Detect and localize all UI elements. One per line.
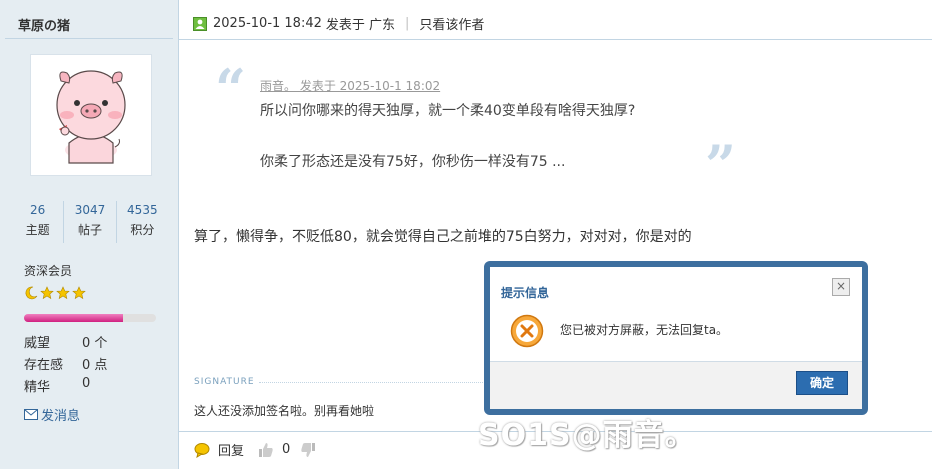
envelope-icon [24, 409, 38, 420]
stat-points[interactable]: 4535 积分 [115, 201, 168, 243]
watermark: SO1S@雨音。 [478, 418, 696, 453]
only-author-link[interactable]: 只看该作者 [419, 14, 484, 33]
stat-posts-value[interactable]: 3047 [64, 201, 115, 219]
alert-dialog-body: 提示信息 × 您已被对方屏蔽，无法回复ta。 确定 [490, 267, 862, 409]
quote-open-icon: “ [215, 57, 247, 121]
reply-icon[interactable] [194, 442, 210, 458]
moon-icon [25, 286, 38, 300]
header-rule [179, 39, 932, 40]
prop-prestige-label: 威望 [24, 336, 51, 351]
post-location: 发表于 广东 [325, 18, 396, 33]
post-body: 算了，懒得争，不贬低80，就会觉得自己之前堆的75白努力，对对对，你是对的 [194, 229, 692, 245]
alert-dialog: 提示信息 × 您已被对方屏蔽，无法回复ta。 确定 [484, 261, 868, 415]
prop-digest-value: 0 [82, 376, 91, 391]
member-level[interactable]: 资深会员 [24, 262, 72, 279]
star-icon [72, 286, 86, 300]
quote-line-2: 你柔了形态还是没有75好，你秒伤一样没有75 ... [260, 154, 566, 170]
reply-button[interactable]: 回复 [218, 440, 244, 459]
post-actions: 回复 0 [194, 440, 324, 459]
error-icon [510, 314, 544, 348]
confirm-button[interactable]: 确定 [796, 371, 848, 395]
online-status-icon [193, 16, 207, 31]
signature-text: 这人还没添加签名啦。别再看她啦 [194, 404, 375, 418]
author-sidebar: 草原の猪 26 主题 3047 帖子 4535 积分 资深会员 威望 0 个 存… [0, 0, 179, 469]
prop-presence: 存在感 0 点 [24, 354, 107, 373]
dialog-footer: 确定 [490, 361, 862, 409]
stat-threads-label: 主题 [25, 223, 50, 237]
send-message-link[interactable]: 发消息 [24, 405, 80, 424]
thumbs-up-icon[interactable] [258, 442, 274, 458]
prop-digest-label: 精华 [24, 380, 51, 395]
prop-presence-label: 存在感 [24, 358, 64, 373]
prop-prestige-value: 0 个 [82, 336, 108, 351]
pig-avatar-image [56, 70, 126, 164]
header-separator: | [405, 16, 410, 31]
prop-presence-value: 0 点 [82, 358, 108, 373]
quote-line-1: 所以问你哪来的得天独厚，就一个柔40变单段有啥得天独厚? [260, 103, 636, 119]
star-icon [40, 286, 54, 300]
sidebar-divider [5, 38, 173, 39]
dialog-title: 提示信息 [501, 286, 550, 300]
stat-threads[interactable]: 26 主题 [12, 201, 63, 243]
stat-points-label: 积分 [130, 223, 155, 237]
stat-posts[interactable]: 3047 帖子 [63, 201, 115, 243]
prop-digest: 精华 0 [24, 376, 90, 395]
stat-threads-value[interactable]: 26 [12, 201, 63, 219]
send-message-label[interactable]: 发消息 [41, 405, 80, 424]
thumbs-down-icon[interactable] [300, 442, 316, 458]
level-progress-fill [24, 314, 123, 322]
dialog-close-button[interactable]: × [832, 278, 850, 296]
like-count: 0 [282, 442, 291, 457]
author-name[interactable]: 草原の猪 [18, 15, 70, 34]
rank-stars [24, 286, 86, 300]
post-date: 2025-10-1 18:42 [213, 16, 322, 31]
stat-posts-label: 帖子 [77, 223, 102, 237]
quote-close-icon: ” [705, 133, 737, 197]
dialog-message: 您已被对方屏蔽，无法回复ta。 [560, 323, 729, 337]
star-icon [56, 286, 70, 300]
signature-label: SIGNATURE [194, 377, 255, 387]
avatar[interactable] [30, 54, 152, 176]
prop-prestige: 威望 0 个 [24, 332, 107, 351]
level-progress-bar [24, 314, 156, 322]
stat-points-value[interactable]: 4535 [117, 201, 168, 219]
quote-meta-link[interactable]: 雨音。 发表于 2025-10-1 18:02 [260, 77, 440, 94]
author-stats: 26 主题 3047 帖子 4535 积分 [12, 201, 168, 243]
post-header: 2025-10-1 18:42 发表于 广东 | 只看该作者 [193, 14, 484, 33]
